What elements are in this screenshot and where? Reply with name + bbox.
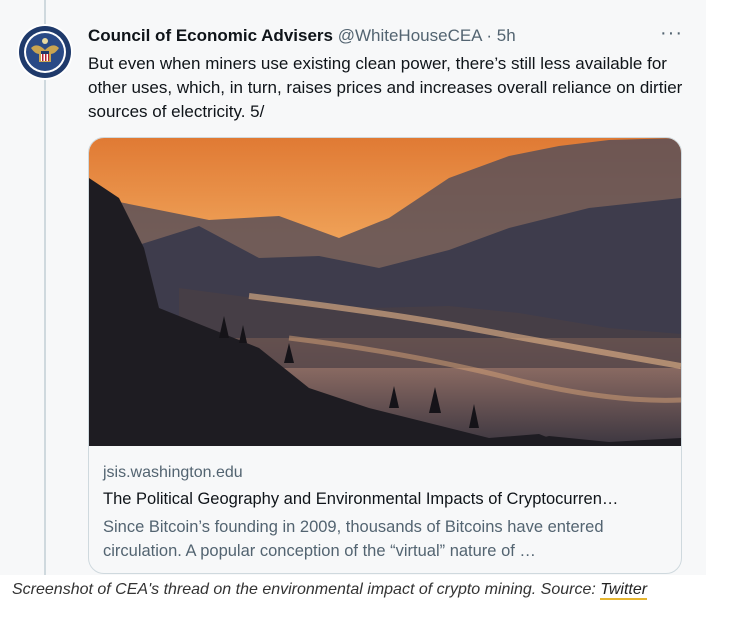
thread-line bbox=[44, 0, 46, 575]
tweet-text: But even when miners use existing clean … bbox=[88, 54, 683, 121]
presidential-seal-icon bbox=[17, 24, 73, 80]
card-title: The Political Geography and Environmenta… bbox=[103, 490, 619, 508]
display-name[interactable]: Council of Economic Advisers bbox=[88, 26, 333, 45]
more-icon[interactable]: ··· bbox=[660, 22, 683, 45]
link-card[interactable]: jsis.washington.edu The Political Geogra… bbox=[88, 137, 682, 574]
tweet-header: Council of Economic Advisers @WhiteHouse… bbox=[88, 26, 516, 46]
card-domain: jsis.washington.edu bbox=[103, 464, 243, 481]
avatar[interactable] bbox=[17, 24, 73, 80]
separator: · bbox=[486, 26, 492, 45]
caption-text: Screenshot of CEA's thread on the enviro… bbox=[12, 581, 601, 598]
timestamp[interactable]: 5h bbox=[497, 26, 516, 45]
tweet[interactable]: Council of Economic Advisers @WhiteHouse… bbox=[0, 0, 706, 575]
landscape-image bbox=[89, 138, 681, 446]
image-caption: Screenshot of CEA's thread on the enviro… bbox=[12, 581, 648, 600]
card-description: Since Bitcoin’s founding in 2009, thousa… bbox=[103, 518, 604, 560]
handle[interactable]: @WhiteHouseCEA bbox=[338, 26, 482, 45]
source-link[interactable]: Twitter bbox=[600, 581, 648, 600]
